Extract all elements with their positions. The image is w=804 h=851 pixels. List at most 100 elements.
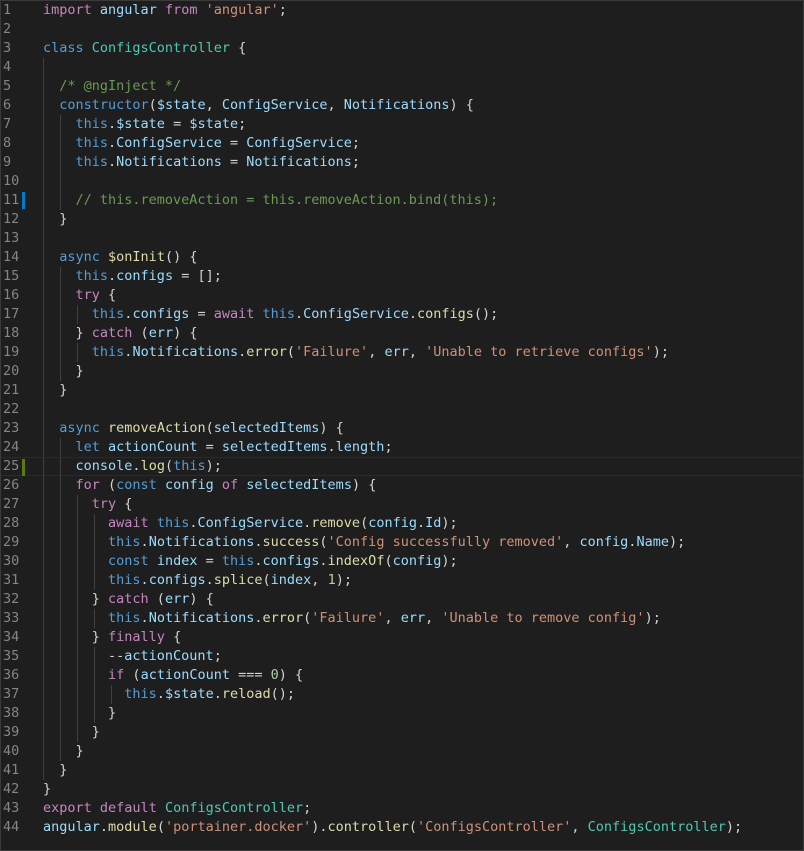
code-line[interactable]: 34 } finally {: [1, 628, 803, 647]
code-line[interactable]: 13: [1, 229, 803, 248]
code-token: ) {: [319, 420, 344, 436]
code-token: );: [725, 819, 743, 835]
code-line[interactable]: 43 export default ConfigsController;: [1, 799, 803, 818]
code-token: =: [221, 154, 247, 170]
code-token: log: [140, 458, 165, 474]
code-token: (: [286, 344, 296, 360]
line-number: 38: [3, 705, 20, 721]
code-line[interactable]: 28 await this.ConfigService.remove(confi…: [1, 514, 803, 533]
code-token: {: [116, 496, 133, 512]
line-number: 39: [3, 724, 20, 740]
code-token: .: [140, 572, 149, 588]
line-number: 17: [3, 306, 20, 322]
code-line[interactable]: 32 } catch (err) {: [1, 590, 803, 609]
code-text: this.configs.splice(index, 1);: [43, 571, 352, 590]
code-line[interactable]: 4: [1, 58, 803, 77]
code-line[interactable]: 7 this.$state = $state;: [1, 115, 803, 134]
code-line[interactable]: 35 --actionCount;: [1, 647, 803, 666]
line-number: 31: [3, 572, 20, 588]
code-token: default: [99, 800, 157, 816]
code-token: );: [441, 553, 458, 569]
code-line[interactable]: 31 this.configs.splice(index, 1);: [1, 571, 803, 590]
code-token: ,: [384, 610, 401, 626]
code-token: selectedItems: [221, 439, 328, 455]
code-line[interactable]: 33 this.Notifications.error('Failure', e…: [1, 609, 803, 628]
code-token: ;: [351, 135, 361, 151]
code-token: $state: [116, 116, 165, 132]
code-line[interactable]: 8 this.ConfigService = ConfigService;: [1, 134, 803, 153]
code-line[interactable]: 6 constructor($state, ConfigService, Not…: [1, 96, 803, 115]
code-line[interactable]: 25 console.log(this);: [1, 457, 803, 477]
code-line[interactable]: 3 class ConfigsController {: [1, 39, 803, 58]
git-change-marker[interactable]: [22, 192, 25, 209]
code-token: const: [116, 477, 157, 493]
code-line[interactable]: 29 this.Notifications.success('Config su…: [1, 533, 803, 552]
code-line[interactable]: 18 } catch (err) {: [1, 324, 803, 343]
code-line[interactable]: 2: [1, 20, 803, 39]
code-line[interactable]: 14 async $onInit() {: [1, 248, 803, 267]
code-token: removeAction: [108, 420, 206, 436]
code-token: .: [408, 306, 417, 322]
code-line[interactable]: 5 /* @ngInject */: [1, 77, 803, 96]
code-line[interactable]: 16 try {: [1, 286, 803, 305]
code-token: controller: [327, 819, 409, 835]
code-line[interactable]: 40 }: [1, 742, 803, 761]
code-token: }: [43, 211, 68, 227]
code-line[interactable]: 10: [1, 172, 803, 191]
code-line[interactable]: 11 // this.removeAction = this.removeAct…: [1, 191, 803, 210]
code-editor[interactable]: 1 import angular from 'angular'; 2 3 class C…: [0, 0, 804, 851]
code-line[interactable]: 20 }: [1, 362, 803, 381]
code-line[interactable]: 41 }: [1, 761, 803, 780]
code-line[interactable]: 1 import angular from 'angular';: [1, 1, 803, 20]
code-line[interactable]: 27 try {: [1, 495, 803, 514]
code-token: err: [148, 325, 174, 341]
code-token: }: [43, 705, 117, 721]
code-line[interactable]: 17 this.configs = await this.ConfigServi…: [1, 305, 803, 324]
code-line[interactable]: 21 }: [1, 381, 803, 400]
line-number: 26: [3, 477, 20, 493]
code-line[interactable]: 37 this.$state.reload();: [1, 685, 803, 704]
code-line[interactable]: 24 let actionCount = selectedItems.lengt…: [1, 438, 803, 457]
code-token: );: [205, 458, 222, 474]
code-text: if (actionCount === 0) {: [43, 666, 303, 685]
code-line[interactable]: 42}: [1, 780, 803, 799]
code-token: error: [246, 344, 287, 360]
code-token: .: [295, 306, 304, 322]
code-line[interactable]: 12 }: [1, 210, 803, 229]
code-line[interactable]: 19 this.Notifications.error('Failure', e…: [1, 343, 803, 362]
code-token: ) {: [449, 97, 474, 113]
code-token: await: [108, 515, 149, 531]
code-line[interactable]: 15 this.configs = [];: [1, 267, 803, 286]
code-token: index: [270, 572, 312, 588]
line-number: 32: [3, 591, 20, 607]
code-token: const: [108, 553, 149, 569]
code-token: let: [75, 439, 100, 455]
code-token: this: [221, 553, 255, 569]
code-token: ;: [238, 116, 247, 132]
code-token: this: [173, 458, 206, 474]
code-token: reload: [221, 686, 271, 702]
code-line[interactable]: 44 angular.module('portainer.docker').con…: [1, 818, 803, 837]
code-line[interactable]: 38 }: [1, 704, 803, 723]
code-line[interactable]: 22: [1, 400, 803, 419]
code-line[interactable]: 30 const index = this.configs.indexOf(co…: [1, 552, 803, 571]
code-token: ;: [303, 800, 312, 816]
code-line[interactable]: 26 for (const config of selectedItems) {: [1, 476, 803, 495]
code-token: }: [43, 363, 84, 379]
code-line[interactable]: 23 async removeAction(selectedItems) {: [1, 419, 803, 438]
code-line[interactable]: 36 if (actionCount === 0) {: [1, 666, 803, 685]
code-line[interactable]: 9 this.Notifications = Notifications;: [1, 153, 803, 172]
git-change-marker[interactable]: [22, 459, 25, 476]
line-number: 37: [3, 686, 20, 702]
code-token: this: [75, 135, 109, 151]
code-token: config: [579, 534, 629, 550]
code-line[interactable]: 39 }: [1, 723, 803, 742]
code-text: }: [43, 723, 100, 742]
code-token: }: [43, 743, 84, 759]
